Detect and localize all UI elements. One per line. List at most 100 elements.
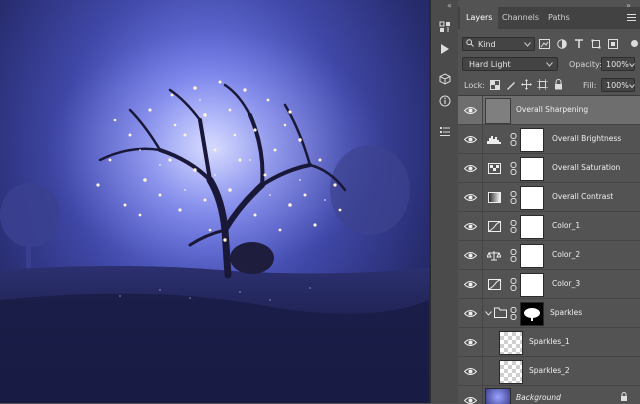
visibility-toggle[interactable]	[458, 241, 483, 270]
tab-layers[interactable]: Layers	[460, 7, 499, 29]
lock-image-pixels-icon[interactable]	[504, 78, 517, 91]
fill-value: 100%	[606, 80, 629, 90]
filter-smart-objects-icon[interactable]	[606, 38, 619, 50]
layer-row[interactable]: Overall Brightness	[458, 125, 640, 154]
layer-name[interactable]: Sparkles_1	[529, 328, 570, 356]
link-chain-icon[interactable]	[510, 249, 517, 262]
opacity-value: 100%	[606, 59, 629, 69]
layers-panel: » Layers Channels Paths Kind Hard Light	[458, 0, 640, 404]
layer-name[interactable]: Overall Contrast	[552, 183, 613, 211]
filter-adjustment-layers-icon[interactable]	[555, 38, 568, 50]
visibility-toggle[interactable]	[458, 357, 483, 386]
layer-mask-thumbnail[interactable]	[520, 244, 544, 268]
canvas-artwork	[0, 30, 429, 403]
lock-position-icon[interactable]	[520, 78, 533, 91]
layer-row[interactable]: Color_3	[458, 270, 640, 299]
visibility-toggle[interactable]	[458, 212, 483, 241]
layer-name[interactable]: Color_1	[552, 212, 580, 240]
folder-icon	[494, 307, 507, 320]
visibility-toggle[interactable]	[458, 299, 483, 328]
layer-name[interactable]: Overall Saturation	[552, 154, 620, 182]
visibility-toggle[interactable]	[458, 96, 483, 125]
curves-icon	[487, 219, 501, 233]
link-chain-icon[interactable]	[510, 307, 517, 320]
fill-field[interactable]: 100%	[601, 78, 635, 92]
panel-icon-strip: «	[431, 0, 459, 403]
layer-row[interactable]: Overall Contrast	[458, 183, 640, 212]
layer-row[interactable]: Overall Saturation	[458, 154, 640, 183]
link-chain-icon[interactable]	[510, 278, 517, 291]
filter-kind-dropdown[interactable]: Kind	[462, 37, 535, 51]
layer-row[interactable]: Color_1	[458, 212, 640, 241]
double-chevron-icon[interactable]: «	[447, 1, 452, 10]
tab-paths[interactable]: Paths	[542, 7, 576, 29]
panel-menu-icon[interactable]	[627, 13, 636, 24]
visibility-toggle[interactable]	[458, 386, 483, 404]
fill-label: Fill:	[583, 81, 597, 90]
layer-name[interactable]: Background	[516, 386, 561, 404]
layer-mask-thumbnail[interactable]	[520, 273, 544, 297]
play-actions-icon[interactable]	[436, 40, 454, 58]
eye-icon	[464, 252, 477, 259]
link-chain-icon[interactable]	[510, 220, 517, 233]
filter-toggle-switch[interactable]	[631, 40, 638, 47]
layer-name[interactable]: Sparkles	[550, 299, 582, 327]
visibility-toggle[interactable]	[458, 183, 483, 212]
layer-row[interactable]: Sparkles_2	[458, 357, 640, 386]
layer-name[interactable]: Sparkles_2	[529, 357, 570, 385]
layer-mask-thumbnail[interactable]	[520, 215, 544, 239]
history-icon[interactable]	[436, 18, 454, 36]
layer-group-row[interactable]: Sparkles	[458, 299, 640, 328]
layer-thumbnail[interactable]	[499, 331, 523, 355]
opacity-field[interactable]: 100%	[601, 57, 635, 71]
lock-label: Lock:	[464, 81, 485, 90]
layer-name[interactable]: Overall Sharpening	[516, 96, 588, 124]
layer-row[interactable]: Background	[458, 386, 640, 404]
lock-all-icon[interactable]	[552, 78, 565, 91]
visibility-toggle[interactable]	[458, 125, 483, 154]
properties-icon[interactable]	[436, 122, 454, 140]
eye-icon	[464, 194, 477, 201]
eye-icon	[464, 339, 477, 346]
layer-mask-thumbnail[interactable]	[520, 302, 544, 326]
eye-icon	[464, 310, 477, 317]
link-chain-icon[interactable]	[510, 191, 517, 204]
filter-pixel-layers-icon[interactable]	[538, 38, 551, 50]
chevron-down-icon[interactable]	[628, 81, 635, 90]
layer-thumbnail[interactable]	[485, 98, 511, 124]
filter-type-layers-icon[interactable]	[572, 38, 585, 50]
levels-icon	[487, 132, 501, 146]
link-chain-icon[interactable]	[510, 162, 517, 175]
layer-mask-thumbnail[interactable]	[520, 128, 544, 152]
tree-silhouette-icon	[524, 308, 540, 321]
blend-mode-dropdown[interactable]: Hard Light	[462, 57, 558, 71]
visibility-toggle[interactable]	[458, 154, 483, 183]
layer-row[interactable]: Color_2	[458, 241, 640, 270]
panel-tab-bar: Layers Channels Paths	[458, 7, 640, 29]
layer-mask-thumbnail[interactable]	[520, 186, 544, 210]
chevron-down-icon[interactable]	[628, 60, 635, 69]
visibility-toggle[interactable]	[458, 328, 483, 357]
info-icon[interactable]	[436, 92, 454, 110]
visibility-toggle[interactable]	[458, 270, 483, 299]
gradient-map-icon	[487, 190, 501, 204]
layer-thumbnail[interactable]	[499, 360, 523, 384]
tab-channels[interactable]: Channels	[496, 7, 545, 29]
lock-icon	[620, 392, 628, 403]
filter-kind-label: Kind	[478, 39, 496, 49]
filter-shape-layers-icon[interactable]	[589, 38, 602, 50]
lock-artboard-icon[interactable]	[536, 78, 549, 91]
layer-mask-thumbnail[interactable]	[520, 157, 544, 181]
chevron-down-icon[interactable]	[485, 309, 492, 318]
layer-row[interactable]: Overall Sharpening	[458, 96, 640, 125]
layer-name[interactable]: Overall Brightness	[552, 125, 621, 153]
link-chain-icon[interactable]	[510, 133, 517, 146]
3d-cube-icon[interactable]	[436, 70, 454, 88]
layer-thumbnail[interactable]	[485, 388, 511, 404]
hue-saturation-icon	[487, 161, 501, 175]
layer-row[interactable]: Sparkles_1	[458, 328, 640, 357]
lock-transparent-pixels-icon[interactable]	[488, 78, 501, 91]
layer-name[interactable]: Color_3	[552, 270, 580, 298]
document-canvas[interactable]	[0, 0, 429, 403]
layer-name[interactable]: Color_2	[552, 241, 580, 269]
